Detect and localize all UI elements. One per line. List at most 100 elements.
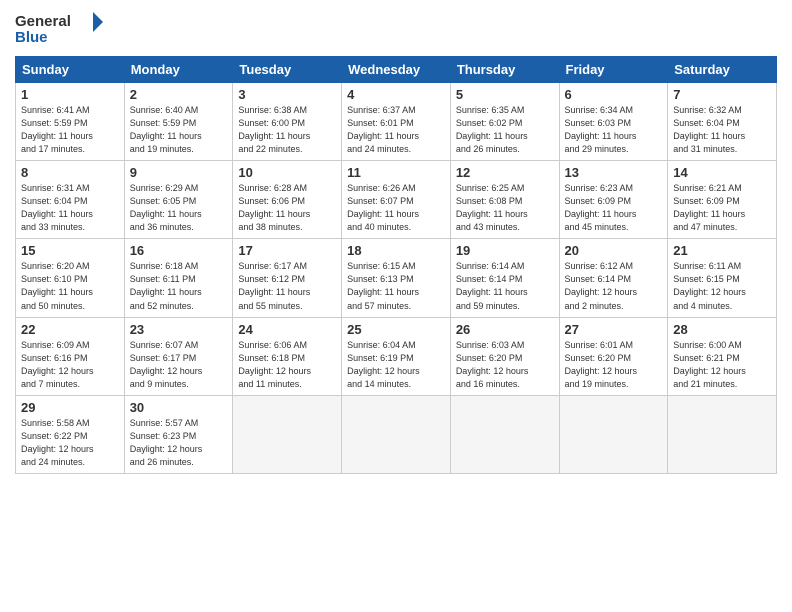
empty-cell bbox=[559, 395, 668, 473]
day-header-monday: Monday bbox=[124, 57, 233, 83]
day-number: 7 bbox=[673, 87, 771, 102]
day-info: Sunrise: 6:12 AMSunset: 6:14 PMDaylight:… bbox=[565, 260, 663, 312]
day-number: 10 bbox=[238, 165, 336, 180]
day-info: Sunrise: 6:38 AMSunset: 6:00 PMDaylight:… bbox=[238, 104, 336, 156]
day-info: Sunrise: 5:57 AMSunset: 6:23 PMDaylight:… bbox=[130, 417, 228, 469]
day-number: 16 bbox=[130, 243, 228, 258]
day-info: Sunrise: 6:20 AMSunset: 6:10 PMDaylight:… bbox=[21, 260, 119, 312]
day-header-friday: Friday bbox=[559, 57, 668, 83]
empty-cell bbox=[668, 395, 777, 473]
day-number: 8 bbox=[21, 165, 119, 180]
day-number: 13 bbox=[565, 165, 663, 180]
calendar-table: SundayMondayTuesdayWednesdayThursdayFrid… bbox=[15, 56, 777, 474]
day-cell-3: 3 Sunrise: 6:38 AMSunset: 6:00 PMDaylight… bbox=[233, 83, 342, 161]
day-number: 23 bbox=[130, 322, 228, 337]
day-cell-12: 12 Sunrise: 6:25 AMSunset: 6:08 PMDayligh… bbox=[450, 161, 559, 239]
day-number: 1 bbox=[21, 87, 119, 102]
day-number: 14 bbox=[673, 165, 771, 180]
day-number: 11 bbox=[347, 165, 445, 180]
day-info: Sunrise: 6:25 AMSunset: 6:08 PMDaylight:… bbox=[456, 182, 554, 234]
day-cell-18: 18Sunrise: 6:15 AMSunset: 6:13 PMDayligh… bbox=[342, 239, 451, 317]
day-info: Sunrise: 6:00 AMSunset: 6:21 PMDaylight:… bbox=[673, 339, 771, 391]
day-info: Sunrise: 6:04 AMSunset: 6:19 PMDaylight:… bbox=[347, 339, 445, 391]
week-row-3: 15 Sunrise: 6:20 AMSunset: 6:10 PMDayligh… bbox=[16, 239, 777, 317]
day-number: 12 bbox=[456, 165, 554, 180]
day-cell-7: 7Sunrise: 6:32 AMSunset: 6:04 PMDaylight… bbox=[668, 83, 777, 161]
header: General Blue bbox=[15, 10, 777, 48]
day-cell-20: 20 Sunrise: 6:12 AMSunset: 6:14 PMDayligh… bbox=[559, 239, 668, 317]
day-info: Sunrise: 6:03 AMSunset: 6:20 PMDaylight:… bbox=[456, 339, 554, 391]
day-info: Sunrise: 6:21 AMSunset: 6:09 PMDaylight:… bbox=[673, 182, 771, 234]
day-number: 5 bbox=[456, 87, 554, 102]
day-info: Sunrise: 6:06 AMSunset: 6:18 PMDaylight:… bbox=[238, 339, 336, 391]
day-number: 15 bbox=[21, 243, 119, 258]
day-header-saturday: Saturday bbox=[668, 57, 777, 83]
day-info: Sunrise: 6:28 AMSunset: 6:06 PMDaylight:… bbox=[238, 182, 336, 234]
svg-text:General: General bbox=[15, 13, 71, 30]
day-cell-6: 6Sunrise: 6:34 AMSunset: 6:03 PMDaylight… bbox=[559, 83, 668, 161]
day-cell-16: 16Sunrise: 6:18 AMSunset: 6:11 PMDayligh… bbox=[124, 239, 233, 317]
week-row-1: 1 Sunrise: 6:41 AMSunset: 5:59 PMDaylight… bbox=[16, 83, 777, 161]
day-header-sunday: Sunday bbox=[16, 57, 125, 83]
day-cell-5: 5Sunrise: 6:35 AMSunset: 6:02 PMDaylight… bbox=[450, 83, 559, 161]
day-number: 27 bbox=[565, 322, 663, 337]
day-info: Sunrise: 6:40 AMSunset: 5:59 PMDaylight:… bbox=[130, 104, 228, 156]
day-cell-8: 8 Sunrise: 6:31 AMSunset: 6:04 PMDaylight… bbox=[16, 161, 125, 239]
day-info: Sunrise: 6:01 AMSunset: 6:20 PMDaylight:… bbox=[565, 339, 663, 391]
empty-cell bbox=[342, 395, 451, 473]
day-info: Sunrise: 6:37 AMSunset: 6:01 PMDaylight:… bbox=[347, 104, 445, 156]
day-info: Sunrise: 6:41 AMSunset: 5:59 PMDaylight:… bbox=[21, 104, 119, 156]
page: General Blue SundayMondayTuesdayWednesda… bbox=[0, 0, 792, 612]
day-info: Sunrise: 6:23 AMSunset: 6:09 PMDaylight:… bbox=[565, 182, 663, 234]
day-number: 19 bbox=[456, 243, 554, 258]
day-cell-13: 13 Sunrise: 6:23 AMSunset: 6:09 PMDayligh… bbox=[559, 161, 668, 239]
day-cell-23: 23 Sunrise: 6:07 AMSunset: 6:17 PMDayligh… bbox=[124, 317, 233, 395]
day-info: Sunrise: 6:29 AMSunset: 6:05 PMDaylight:… bbox=[130, 182, 228, 234]
day-number: 24 bbox=[238, 322, 336, 337]
day-header-thursday: Thursday bbox=[450, 57, 559, 83]
day-cell-26: 26Sunrise: 6:03 AMSunset: 6:20 PMDayligh… bbox=[450, 317, 559, 395]
day-cell-14: 14 Sunrise: 6:21 AMSunset: 6:09 PMDayligh… bbox=[668, 161, 777, 239]
day-number: 3 bbox=[238, 87, 336, 102]
day-cell-22: 22 Sunrise: 6:09 AMSunset: 6:16 PMDayligh… bbox=[16, 317, 125, 395]
day-number: 30 bbox=[130, 400, 228, 415]
day-cell-17: 17 Sunrise: 6:17 AMSunset: 6:12 PMDayligh… bbox=[233, 239, 342, 317]
logo-svg: General Blue bbox=[15, 10, 105, 48]
day-cell-10: 10 Sunrise: 6:28 AMSunset: 6:06 PMDayligh… bbox=[233, 161, 342, 239]
day-info: Sunrise: 6:31 AMSunset: 6:04 PMDaylight:… bbox=[21, 182, 119, 234]
day-number: 2 bbox=[130, 87, 228, 102]
day-cell-21: 21 Sunrise: 6:11 AMSunset: 6:15 PMDayligh… bbox=[668, 239, 777, 317]
day-number: 9 bbox=[130, 165, 228, 180]
day-number: 28 bbox=[673, 322, 771, 337]
day-info: Sunrise: 6:11 AMSunset: 6:15 PMDaylight:… bbox=[673, 260, 771, 312]
day-cell-28: 28 Sunrise: 6:00 AMSunset: 6:21 PMDayligh… bbox=[668, 317, 777, 395]
day-info: Sunrise: 6:09 AMSunset: 6:16 PMDaylight:… bbox=[21, 339, 119, 391]
day-cell-11: 11 Sunrise: 6:26 AMSunset: 6:07 PMDayligh… bbox=[342, 161, 451, 239]
day-info: Sunrise: 6:26 AMSunset: 6:07 PMDaylight:… bbox=[347, 182, 445, 234]
day-info: Sunrise: 6:07 AMSunset: 6:17 PMDaylight:… bbox=[130, 339, 228, 391]
day-number: 18 bbox=[347, 243, 445, 258]
day-cell-19: 19Sunrise: 6:14 AMSunset: 6:14 PMDayligh… bbox=[450, 239, 559, 317]
day-info: Sunrise: 5:58 AMSunset: 6:22 PMDaylight:… bbox=[21, 417, 119, 469]
day-number: 21 bbox=[673, 243, 771, 258]
day-number: 20 bbox=[565, 243, 663, 258]
day-info: Sunrise: 6:17 AMSunset: 6:12 PMDaylight:… bbox=[238, 260, 336, 312]
day-cell-24: 24 Sunrise: 6:06 AMSunset: 6:18 PMDayligh… bbox=[233, 317, 342, 395]
day-cell-27: 27 Sunrise: 6:01 AMSunset: 6:20 PMDayligh… bbox=[559, 317, 668, 395]
day-cell-30: 30 Sunrise: 5:57 AMSunset: 6:23 PMDayligh… bbox=[124, 395, 233, 473]
header-row: SundayMondayTuesdayWednesdayThursdayFrid… bbox=[16, 57, 777, 83]
day-cell-15: 15 Sunrise: 6:20 AMSunset: 6:10 PMDayligh… bbox=[16, 239, 125, 317]
day-number: 22 bbox=[21, 322, 119, 337]
day-cell-9: 9 Sunrise: 6:29 AMSunset: 6:05 PMDaylight… bbox=[124, 161, 233, 239]
empty-cell bbox=[233, 395, 342, 473]
day-number: 17 bbox=[238, 243, 336, 258]
week-row-2: 8 Sunrise: 6:31 AMSunset: 6:04 PMDaylight… bbox=[16, 161, 777, 239]
day-number: 25 bbox=[347, 322, 445, 337]
day-cell-4: 4Sunrise: 6:37 AMSunset: 6:01 PMDaylight… bbox=[342, 83, 451, 161]
day-cell-2: 2 Sunrise: 6:40 AMSunset: 5:59 PMDaylight… bbox=[124, 83, 233, 161]
day-cell-1: 1 Sunrise: 6:41 AMSunset: 5:59 PMDaylight… bbox=[16, 83, 125, 161]
day-cell-25: 25 Sunrise: 6:04 AMSunset: 6:19 PMDayligh… bbox=[342, 317, 451, 395]
svg-text:Blue: Blue bbox=[15, 29, 48, 46]
week-row-5: 29Sunrise: 5:58 AMSunset: 6:22 PMDayligh… bbox=[16, 395, 777, 473]
week-row-4: 22 Sunrise: 6:09 AMSunset: 6:16 PMDayligh… bbox=[16, 317, 777, 395]
